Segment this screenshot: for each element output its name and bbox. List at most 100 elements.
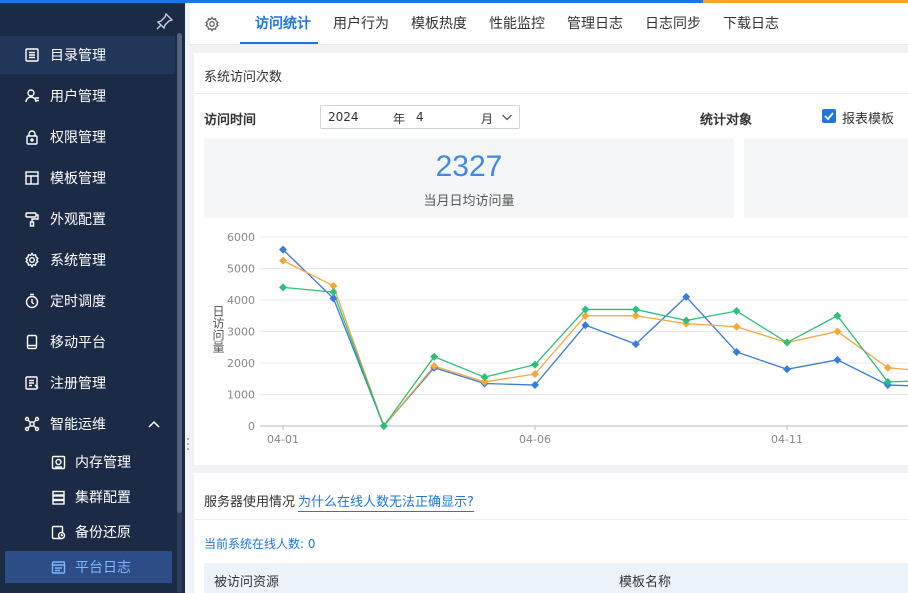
settings-gear-icon[interactable] [204,16,220,32]
daily-average-value: 2327 [435,150,503,183]
online-count-help-link[interactable]: 为什么在线人数无法正确显示? [298,491,474,512]
month-picker[interactable]: 2024 年 4 月 [320,105,520,129]
visits-card-title: 系统访问次数 [204,70,283,85]
sidebar-subitem-cluster[interactable]: 集群配置 [5,481,172,513]
divider [194,519,908,520]
sidebar-subitem-platform-log[interactable]: 平台日志 [5,551,172,583]
pin-icon[interactable] [155,11,175,31]
y-tick-label: 1000 [227,389,255,402]
data-point[interactable] [279,256,287,265]
column-header-resource[interactable]: 被访问资源 [214,571,279,590]
data-point[interactable] [732,322,741,331]
sidebar-subitem-label: 平台日志 [75,560,131,576]
sidebar-item-label: 定时调度 [50,294,106,310]
data-point[interactable] [279,283,287,292]
month-value: 4 [416,110,424,124]
data-point[interactable] [783,338,791,347]
sidebar-item-templates[interactable]: 模板管理 [0,159,175,197]
sidebar-item-label: 模板管理 [50,171,106,187]
data-point[interactable] [783,365,791,374]
sidebar-item-label: 注册管理 [50,376,106,392]
data-point[interactable] [480,373,489,382]
stat-target-label: 统计对象 [700,113,753,128]
data-point[interactable] [631,305,640,314]
year-value: 2024 [328,110,359,124]
y-tick-label: 5000 [227,263,255,276]
sidebar-item-label: 目录管理 [50,48,106,64]
tab-download-log[interactable]: 下载日志 [723,3,779,45]
series-line-1 [282,260,908,428]
series-line-0 [282,249,908,428]
network-icon [24,416,40,432]
backup-icon [51,525,66,540]
memory-icon [51,455,66,470]
catalog-icon [24,47,40,63]
chevron-down-icon [502,114,512,121]
table-header: 被访问资源 模板名称 [204,563,908,593]
y-tick-label: 2000 [227,357,255,370]
sidebar-subitem-label: 集群配置 [75,490,131,506]
divider [194,93,908,94]
y-tick-label: 4000 [227,294,255,307]
daily-visits-line-chart: 0 1000 2000 3000 4000 5000 6000 04-01 04-06 04-1… [211,231,908,446]
sidebar-subitem-memory[interactable]: 内存管理 [5,446,172,478]
online-user-count: 当前系统在线人数: 0 [204,537,316,551]
sidebar-scrollbar[interactable] [177,33,182,513]
y-tick-label: 3000 [227,326,255,339]
sidebar-subitem-label: 备份还原 [75,525,131,541]
tab-template-popularity[interactable]: 模板热度 [411,3,467,45]
sidebar-subitem-backup[interactable]: 备份还原 [5,516,172,548]
tab-log-sync[interactable]: 日志同步 [645,3,701,45]
sidebar-item-label: 系统管理 [50,253,106,269]
paint-roller-icon [24,211,40,227]
y-tick-label: 0 [248,420,255,433]
sidebar-item-label: 权限管理 [50,130,106,146]
lock-icon [24,129,40,145]
sidebar-item-label: 移动平台 [50,335,106,351]
tab-performance[interactable]: 性能监控 [489,3,545,45]
x-tick-label: 04-11 [771,433,803,446]
chevron-up-icon[interactable] [147,417,161,431]
sidebar-item-register[interactable]: 注册管理 [0,364,175,402]
sidebar-resize-handle[interactable] [186,437,190,451]
y-tick-label: 6000 [227,231,255,244]
daily-average-stat: 2327 当月日均访问量 [204,138,734,218]
report-template-label: 报表模板 [842,112,895,127]
tab-bar: 访问统计 用户行为 模板热度 性能监控 管理日志 日志同步 下载日志 [190,3,908,45]
x-tick-label: 04-01 [267,433,299,446]
sidebar-item-system[interactable]: 系统管理 [0,241,175,279]
sidebar: 目录管理 用户管理 权限管理 模板管理 外观配置 系统管理 定时调度 移动平台 … [0,3,185,593]
x-tick-label: 04-06 [519,433,551,446]
tab-visit-stats[interactable]: 访问统计 [255,3,311,45]
sidebar-item-users[interactable]: 用户管理 [0,77,175,115]
user-icon [24,88,40,104]
log-icon [51,560,66,575]
sidebar-item-appearance[interactable]: 外观配置 [0,200,175,238]
column-header-template-name[interactable]: 模板名称 [619,571,671,590]
visit-time-label: 访问时间 [204,113,257,128]
template-icon [24,170,40,186]
active-tab-indicator [240,42,318,44]
daily-average-label: 当月日均访问量 [423,194,515,209]
tab-user-behavior[interactable]: 用户行为 [333,3,389,45]
timer-icon [24,293,40,309]
data-point[interactable] [732,307,741,316]
sidebar-item-label: 用户管理 [50,89,106,105]
month-unit: 月 [481,112,494,126]
server-usage-card: 服务器使用情况 为什么在线人数无法正确显示? 当前系统在线人数: 0 被访问资源… [194,473,908,593]
secondary-stat-box [744,138,908,218]
sidebar-item-smart-ops[interactable]: 智能运维 [0,405,175,443]
sidebar-item-catalog[interactable]: 目录管理 [0,36,175,74]
tab-admin-log[interactable]: 管理日志 [567,3,623,45]
report-template-checkbox[interactable] [822,109,836,123]
sidebar-item-label: 外观配置 [50,212,106,228]
year-unit: 年 [393,112,406,126]
server-usage-title: 服务器使用情况 [204,495,296,510]
sidebar-item-permissions[interactable]: 权限管理 [0,118,175,156]
cluster-icon [51,490,66,505]
sidebar-item-scheduler[interactable]: 定时调度 [0,282,175,320]
sidebar-item-mobile[interactable]: 移动平台 [0,323,175,361]
register-icon [24,375,40,391]
sidebar-subitem-label: 内存管理 [75,455,131,471]
gear-icon [24,252,40,268]
